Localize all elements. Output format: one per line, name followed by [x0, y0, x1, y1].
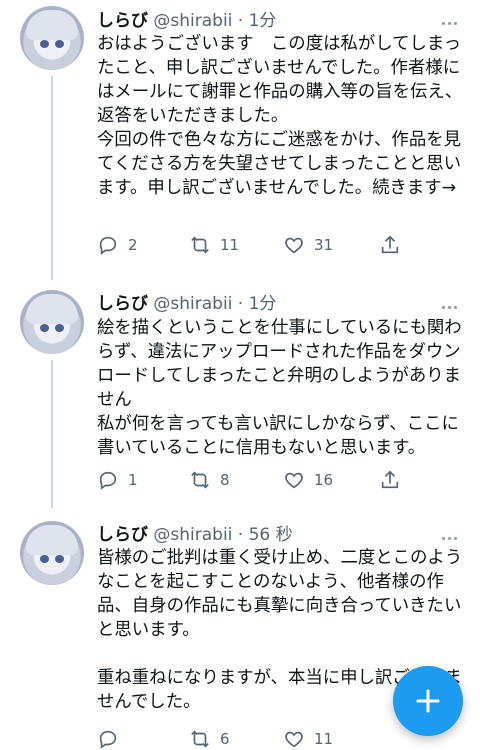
tweet[interactable]: しらび @shirabii · 1分 おはようございます この度は私がしてしまっ… — [0, 0, 480, 280]
retweet-icon — [191, 236, 209, 254]
more-options-icon[interactable] — [442, 525, 462, 540]
display-name[interactable]: しらび — [97, 294, 148, 314]
retweet-button[interactable]: 8 — [189, 469, 230, 491]
handle-and-time[interactable]: @shirabii · 1分 — [148, 294, 276, 314]
more-options-icon[interactable] — [442, 294, 462, 309]
like-button[interactable]: 16 — [283, 469, 333, 491]
reply-icon — [99, 236, 117, 255]
thread-line — [51, 360, 53, 508]
retweet-button[interactable]: 11 — [189, 234, 239, 256]
tweet-header: しらび @shirabii · 1分 — [97, 6, 276, 31]
display-name[interactable]: しらび — [97, 11, 148, 31]
tweet-actions: 6 11 — [97, 728, 417, 750]
reply-button[interactable] — [97, 728, 128, 750]
retweet-button[interactable]: 6 — [189, 728, 230, 750]
avatar[interactable] — [20, 290, 84, 354]
tweet-text: おはようございます この度は私がしてしまったこと、申し訳ございませんでした。作者… — [97, 34, 463, 198]
more-options-icon[interactable] — [442, 10, 462, 25]
reply-count: 1 — [128, 471, 138, 489]
retweet-count: 8 — [220, 471, 230, 489]
like-button[interactable]: 11 — [283, 728, 333, 750]
tweet-actions: 1 8 16 — [97, 469, 417, 493]
avatar[interactable] — [20, 521, 84, 585]
retweet-icon — [191, 471, 209, 489]
tweet-actions: 2 11 31 — [97, 234, 417, 258]
tweet-text: 絵を描くということを仕事にしているにも関わらず、違法にアップロードされた作品をダ… — [97, 318, 462, 458]
handle-and-time[interactable]: @shirabii · 1分 — [148, 11, 276, 31]
plus-icon — [416, 689, 440, 713]
reply-button[interactable]: 1 — [97, 469, 138, 491]
reply-button[interactable]: 2 — [97, 234, 138, 256]
tweet[interactable]: しらび @shirabii · 1分 絵を描くということを仕事にしているにも関わ… — [0, 280, 480, 508]
tweet-header: しらび @shirabii · 1分 — [97, 289, 276, 314]
heart-icon — [285, 731, 303, 748]
handle-and-time[interactable]: @shirabii · 56 秒 — [148, 525, 292, 545]
compose-tweet-button[interactable] — [393, 666, 463, 736]
heart-icon — [285, 472, 303, 489]
retweet-count: 11 — [220, 236, 240, 254]
retweet-icon — [191, 730, 209, 748]
thread-line — [51, 76, 53, 280]
reply-count: 2 — [128, 236, 138, 254]
retweet-count: 6 — [220, 730, 230, 748]
share-button[interactable] — [379, 469, 410, 491]
like-count: 16 — [314, 471, 334, 489]
reply-icon — [99, 730, 117, 749]
heart-icon — [285, 237, 303, 254]
like-count: 11 — [314, 730, 334, 748]
share-button[interactable] — [379, 234, 410, 256]
display-name[interactable]: しらび — [97, 525, 148, 545]
tweet-header: しらび @shirabii · 56 秒 — [97, 520, 293, 545]
share-icon — [381, 470, 399, 489]
like-button[interactable]: 31 — [283, 234, 333, 256]
avatar[interactable] — [20, 6, 84, 70]
reply-icon — [99, 471, 117, 490]
like-count: 31 — [314, 236, 334, 254]
share-icon — [381, 235, 399, 254]
